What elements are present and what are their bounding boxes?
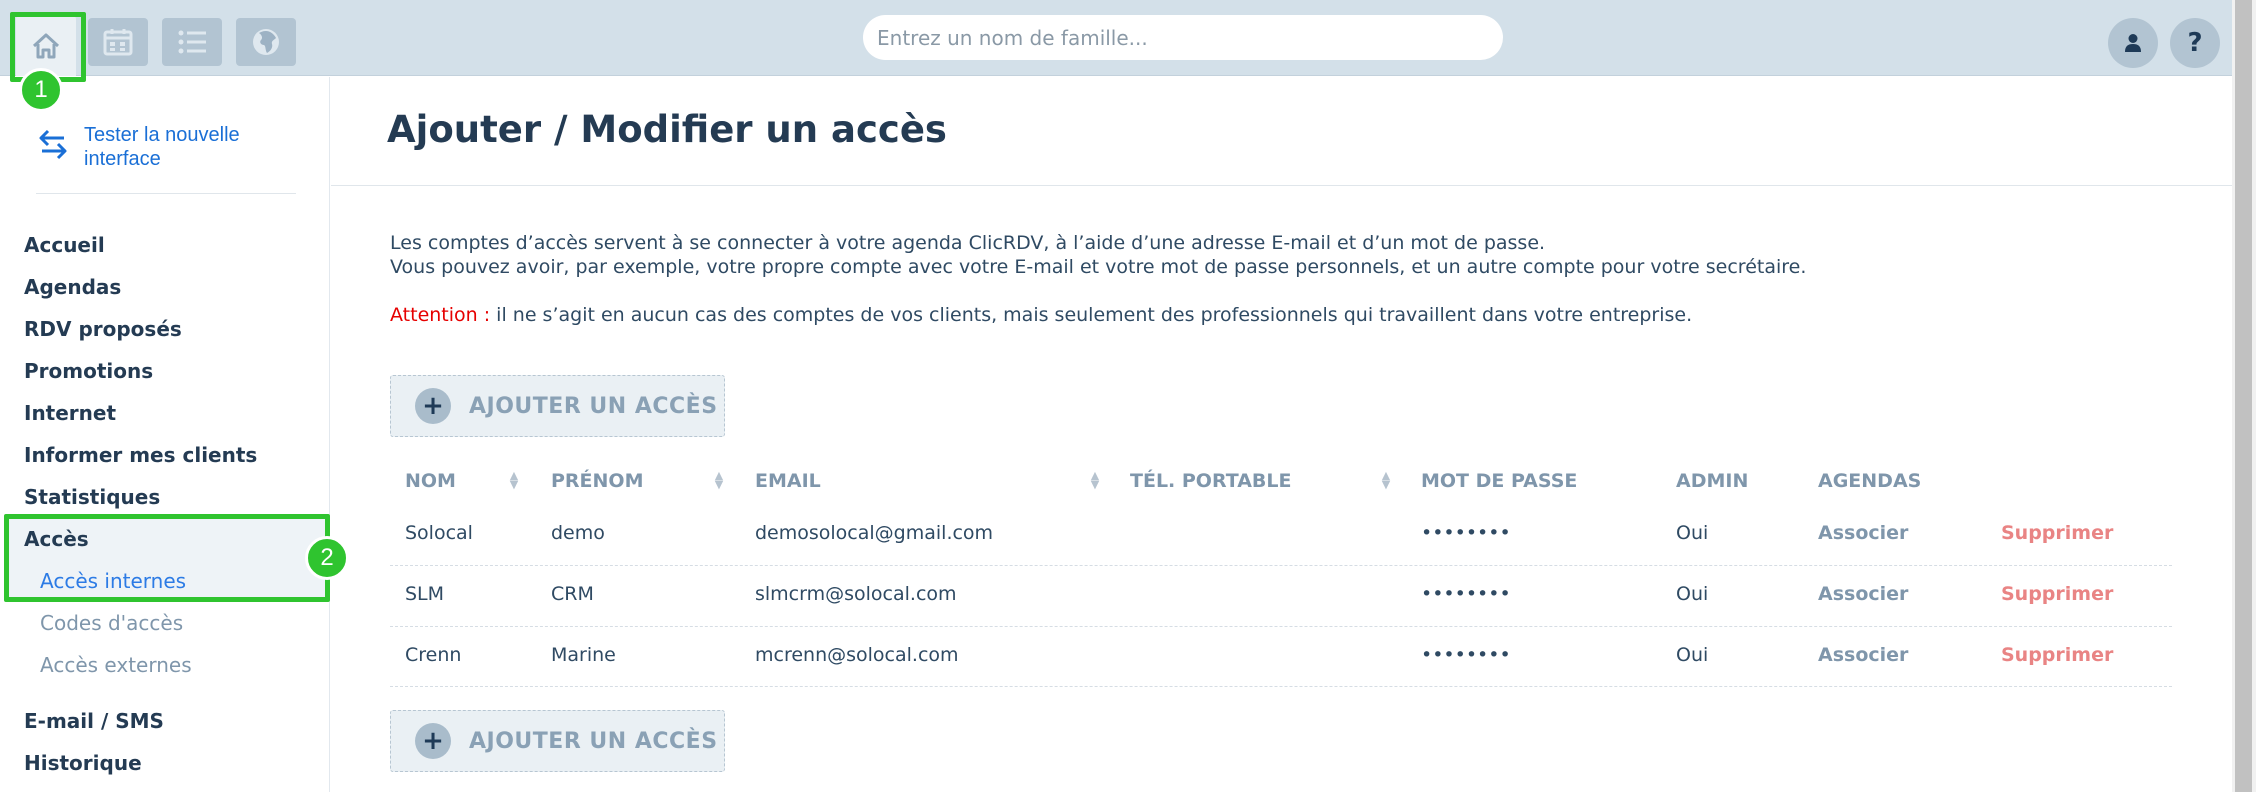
globe-button[interactable] — [236, 18, 296, 66]
cell-password: •••••••• — [1421, 522, 1511, 544]
attention-label: Attention : — [390, 304, 491, 326]
sidebar-divider — [36, 193, 296, 194]
supprimer-link[interactable]: Supprimer — [2001, 522, 2113, 544]
attention-note: Attention : il ne s’agit en aucun cas de… — [390, 304, 1692, 326]
try-new-interface-link[interactable]: Tester la nouvelle interface — [38, 123, 298, 173]
cell-password: •••••••• — [1421, 644, 1511, 666]
intro-line-1: Les comptes d’accès servent à se connect… — [390, 232, 1546, 254]
sidebar-item-internet[interactable]: Internet — [24, 401, 116, 425]
sidebar: Tester la nouvelle interface Accueil Age… — [0, 77, 330, 792]
add-access-button-top[interactable]: + AJOUTER UN ACCÈS — [390, 375, 725, 437]
user-button[interactable] — [2108, 18, 2158, 68]
column-header-tel-portable[interactable]: TÉL. PORTABLE — [1130, 470, 1292, 492]
cell-admin: Oui — [1676, 644, 1709, 666]
sidebar-item-rdv-proposes[interactable]: RDV proposés — [24, 317, 182, 341]
associer-link[interactable]: Associer — [1818, 644, 1908, 666]
plus-icon: + — [415, 723, 451, 759]
sort-icon-nom[interactable]: ▲ ▼ — [508, 470, 520, 490]
calendar-icon — [103, 29, 133, 56]
help-button[interactable]: ? — [2170, 18, 2220, 68]
associer-link[interactable]: Associer — [1818, 522, 1908, 544]
page-title: Ajouter / Modifier un accès — [387, 108, 947, 151]
cell-nom: Crenn — [405, 644, 462, 666]
cell-nom: SLM — [405, 583, 445, 605]
cell-password: •••••••• — [1421, 583, 1511, 605]
add-access-label: AJOUTER UN ACCÈS — [469, 393, 718, 419]
associer-link[interactable]: Associer — [1818, 583, 1908, 605]
sidebar-item-historique[interactable]: Historique — [24, 751, 142, 775]
add-access-label: AJOUTER UN ACCÈS — [469, 728, 718, 754]
list-icon — [178, 30, 206, 54]
cell-prenom: demo — [551, 522, 605, 544]
sidebar-subitem-acces-externes[interactable]: Accès externes — [40, 653, 192, 677]
column-header-prenom[interactable]: PRÉNOM — [551, 470, 644, 492]
sidebar-item-promotions[interactable]: Promotions — [24, 359, 153, 383]
scrollbar-thumb[interactable] — [2235, 0, 2252, 792]
search-input[interactable] — [863, 15, 1503, 60]
supprimer-link[interactable]: Supprimer — [2001, 644, 2113, 666]
sidebar-item-accueil[interactable]: Accueil — [24, 233, 105, 257]
app-window: ? Tester la nouvelle interface Accueil A… — [0, 0, 2256, 792]
row-separator — [390, 626, 2172, 627]
add-access-button-bottom[interactable]: + AJOUTER UN ACCÈS — [390, 710, 725, 772]
column-header-email[interactable]: EMAIL — [755, 470, 821, 492]
list-button[interactable] — [162, 18, 222, 66]
cell-nom: Solocal — [405, 522, 473, 544]
globe-icon — [253, 29, 279, 55]
sort-icon-prenom[interactable]: ▲ ▼ — [713, 470, 725, 490]
sidebar-item-informer-clients[interactable]: Informer mes clients — [24, 443, 257, 467]
attention-text: il ne s’agit en aucun cas des comptes de… — [490, 304, 1693, 326]
sidebar-item-agendas[interactable]: Agendas — [24, 275, 121, 299]
cell-admin: Oui — [1676, 522, 1709, 544]
cell-email: mcrenn@solocal.com — [755, 644, 959, 666]
highlight-badge-1: 1 — [19, 68, 63, 112]
sort-icon-tel[interactable]: ▲ ▼ — [1380, 470, 1392, 490]
cell-email: slmcrm@solocal.com — [755, 583, 957, 605]
plus-icon: + — [415, 388, 451, 424]
sidebar-item-email-sms[interactable]: E-mail / SMS — [24, 709, 164, 733]
column-header-admin: ADMIN — [1676, 470, 1749, 492]
sort-icon-email[interactable]: ▲ ▼ — [1089, 470, 1101, 490]
top-bar: ? — [0, 0, 2232, 76]
cell-admin: Oui — [1676, 583, 1709, 605]
user-icon — [2125, 34, 2141, 52]
try-new-interface-label: Tester la nouvelle interface — [84, 124, 240, 170]
column-header-nom[interactable]: NOM — [405, 470, 456, 492]
intro-line-2: Vous pouvez avoir, par exemple, votre pr… — [390, 256, 1807, 278]
supprimer-link[interactable]: Supprimer — [2001, 583, 2113, 605]
cell-email: demosolocal@gmail.com — [755, 522, 994, 544]
cell-prenom: CRM — [551, 583, 594, 605]
sidebar-item-statistiques[interactable]: Statistiques — [24, 485, 160, 509]
column-header-mot-de-passe: MOT DE PASSE — [1421, 470, 1578, 492]
column-header-agendas: AGENDAS — [1818, 470, 1922, 492]
swap-arrows-icon — [39, 129, 67, 160]
title-divider — [331, 185, 2232, 186]
cell-prenom: Marine — [551, 644, 616, 666]
row-separator — [390, 686, 2172, 687]
highlight-badge-2: 2 — [305, 536, 349, 580]
highlight-box-2 — [4, 514, 330, 602]
row-separator — [390, 565, 2172, 566]
calendar-button[interactable] — [88, 18, 148, 66]
help-icon: ? — [2187, 28, 2203, 58]
sidebar-subitem-codes-acces[interactable]: Codes d'accès — [40, 611, 183, 635]
